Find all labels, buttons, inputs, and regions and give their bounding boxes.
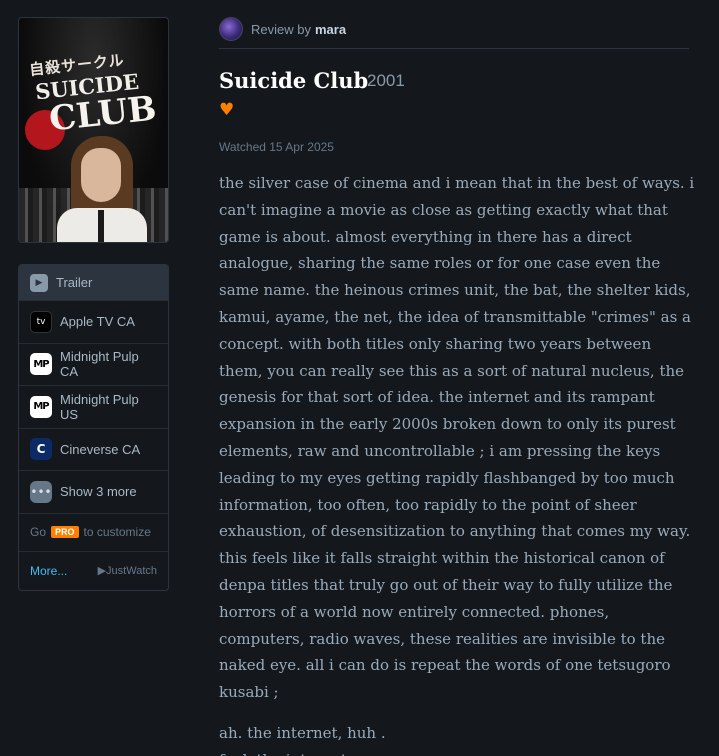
film-title[interactable]: Suicide Club xyxy=(219,68,368,93)
play-icon: ▶ xyxy=(30,273,48,292)
midnight-pulp-icon: MP xyxy=(30,395,52,418)
review-by-label: Review by xyxy=(251,21,311,37)
service-label: Midnight Pulp CA xyxy=(60,349,139,380)
justwatch-play-icon: ▶ xyxy=(97,565,107,577)
where-to-watch-panel: ▶ Trailer tv Apple TV CA MP Midnight Pul… xyxy=(18,264,169,591)
service-label: Apple TV CA xyxy=(60,314,135,330)
film-year[interactable]: 2001 xyxy=(367,71,405,91)
ellipsis-icon: ••• xyxy=(30,480,52,503)
go-prefix: Go xyxy=(30,525,47,539)
film-poster[interactable]: 自殺サークル SUICIDE CLUB xyxy=(18,17,169,243)
avatar[interactable] xyxy=(219,17,243,41)
go-suffix: to customize xyxy=(83,525,151,539)
poster-figure-face xyxy=(81,148,121,202)
review-paragraph: the silver case of cinema and i mean tha… xyxy=(219,174,695,702)
justwatch-link[interactable]: ▶JustWatch xyxy=(98,564,157,577)
divider xyxy=(219,48,689,49)
service-label: Cineverse CA xyxy=(60,441,141,457)
show-more-button[interactable]: ••• Show 3 more xyxy=(19,471,168,514)
review-author[interactable]: mara xyxy=(315,22,346,37)
apple-tv-icon: tv xyxy=(30,310,52,333)
trailer-label: Trailer xyxy=(56,275,93,290)
show-more-label: Show 3 more xyxy=(60,484,137,500)
review-line: fuck the internet xyxy=(219,747,699,756)
review-line: ah. the internet, huh . xyxy=(219,723,386,742)
service-item-midnight-pulp-ca[interactable]: MP Midnight Pulp CA xyxy=(19,344,168,386)
cineverse-icon: C xyxy=(30,438,52,461)
review-byline: Review by mara xyxy=(219,17,346,41)
poster-figure-tie xyxy=(98,210,104,242)
service-item-midnight-pulp-us[interactable]: MP Midnight Pulp US xyxy=(19,386,168,429)
panel-footer: More... ▶JustWatch xyxy=(19,552,168,590)
review-body: the silver case of cinema and i mean tha… xyxy=(219,170,699,756)
pro-badge: PRO xyxy=(51,526,79,538)
midnight-pulp-icon: MP xyxy=(30,353,52,376)
justwatch-label: JustWatch xyxy=(106,565,157,577)
watched-date: Watched 15 Apr 2025 xyxy=(219,140,334,154)
trailer-button[interactable]: ▶ Trailer xyxy=(19,265,168,301)
service-item-cineverse-ca[interactable]: C Cineverse CA xyxy=(19,429,168,471)
heart-icon: ♥ xyxy=(219,100,235,120)
more-link[interactable]: More... xyxy=(30,564,67,578)
service-label: Midnight Pulp US xyxy=(60,391,139,422)
service-item-apple-tv-ca[interactable]: tv Apple TV CA xyxy=(19,301,168,344)
customize-prompt[interactable]: Go PRO to customize xyxy=(19,514,168,552)
